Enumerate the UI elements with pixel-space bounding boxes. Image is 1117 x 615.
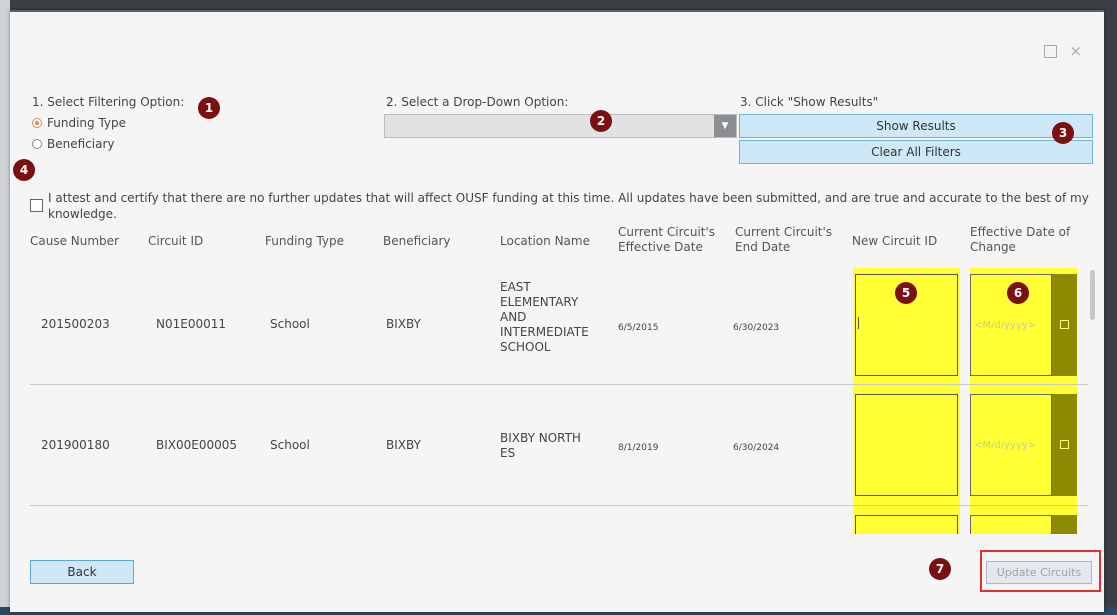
step1-label: 1. Select Filtering Option: (32, 95, 185, 109)
row1-funding-type: School (270, 317, 310, 331)
row1-location-line: ELEMENTARY (500, 295, 579, 309)
header-current-effective-line2: Effective Date (618, 240, 703, 254)
row1-location-line: EAST (500, 280, 531, 294)
row1-location-line: INTERMEDIATE (500, 325, 589, 339)
text-cursor (858, 317, 859, 329)
row1-cause-number: 201500203 (41, 317, 110, 331)
row2-effective-date: 8/1/2019 (618, 443, 659, 453)
show-results-button[interactable]: Show Results (739, 114, 1093, 138)
header-funding-type: Funding Type (265, 234, 345, 248)
header-effective-change-line2: Change (970, 240, 1016, 254)
radio-funding-type-label: Funding Type (47, 116, 127, 130)
row3-effective-date-input[interactable] (970, 515, 1052, 534)
row2-location-line: BIXBY NORTH (500, 431, 581, 445)
row1-beneficiary: BIXBY (386, 317, 421, 331)
step3-label: 3. Click "Show Results" (740, 95, 879, 109)
row1-location-line: AND (500, 310, 527, 324)
header-effective-date-of-change: Effective Date of Change (970, 225, 1070, 255)
attest-text: I attest and certify that there are no f… (48, 191, 1089, 221)
close-icon[interactable]: × (1069, 42, 1082, 60)
marker-1: 1 (198, 97, 220, 119)
calendar-icon (1060, 320, 1069, 329)
header-current-end-line2: End Date (735, 240, 791, 254)
row1-calendar-button[interactable] (1052, 274, 1077, 376)
row3-calendar-button[interactable] (1052, 515, 1077, 534)
update-circuits-dialog: × 1. Select Filtering Option: 1 Funding … (10, 10, 1104, 612)
header-circuit-id: Circuit ID (148, 234, 204, 248)
header-current-end-date: Current Circuit's End Date (735, 225, 832, 255)
row1-end-date: 6/30/2023 (733, 323, 780, 333)
calendar-icon (1060, 440, 1069, 449)
row1-location-name: EAST ELEMENTARY AND INTERMEDIATE SCHOOL (500, 280, 589, 355)
radio-beneficiary-label: Beneficiary (47, 137, 115, 151)
header-location-name: Location Name (500, 234, 590, 248)
header-current-effective-line1: Current Circuit's (618, 225, 716, 239)
marker-6: 6 (1007, 282, 1029, 304)
header-effective-change-line1: Effective Date of (970, 225, 1071, 239)
row3-new-circuit-id-input[interactable] (855, 515, 958, 534)
row2-effective-date-input[interactable]: <M/d/yyyy> (970, 394, 1052, 496)
radio-beneficiary-indicator[interactable] (32, 139, 42, 149)
row2-funding-type: School (270, 438, 310, 452)
row-divider (30, 505, 1088, 506)
dropdown-arrow-icon[interactable]: ▼ (714, 115, 736, 137)
attest-checkbox[interactable] (30, 199, 43, 212)
vertical-scrollbar[interactable] (1090, 270, 1095, 320)
marker-3: 3 (1052, 122, 1074, 144)
row2-end-date: 6/30/2024 (733, 443, 780, 453)
marker-4: 4 (13, 159, 35, 181)
row1-circuit-id: N01E00011 (156, 317, 227, 331)
marker-7: 7 (929, 558, 951, 580)
step2-label: 2. Select a Drop-Down Option: (386, 95, 569, 109)
window-controls: × (1036, 42, 1082, 60)
marker-2: 2 (590, 110, 612, 132)
marker-5: 5 (895, 282, 917, 304)
radio-funding-type[interactable]: Funding Type (32, 116, 126, 130)
header-current-effective-date: Current Circuit's Effective Date (618, 225, 715, 255)
row2-location-line: ES (500, 446, 516, 460)
radio-beneficiary[interactable]: Beneficiary (32, 137, 114, 151)
update-circuits-button[interactable]: Update Circuits (986, 561, 1092, 584)
row2-circuit-id: BIX00E00005 (156, 438, 238, 452)
row1-location-line: SCHOOL (500, 340, 551, 354)
attest-row: I attest and certify that there are no f… (30, 190, 1090, 222)
row1-effective-date: 6/5/2015 (618, 323, 659, 333)
filter-dropdown[interactable]: ▼ (384, 114, 737, 138)
back-button[interactable]: Back (30, 560, 134, 584)
row2-beneficiary: BIXBY (386, 438, 421, 452)
header-cause-number: Cause Number (30, 234, 119, 248)
header-current-end-line1: Current Circuit's (735, 225, 833, 239)
row2-new-circuit-id-input[interactable] (855, 394, 958, 496)
row-divider (30, 384, 1088, 385)
row2-calendar-button[interactable] (1052, 394, 1077, 496)
row2-cause-number: 201900180 (41, 438, 110, 452)
header-new-circuit-id: New Circuit ID (852, 234, 938, 248)
header-beneficiary: Beneficiary (383, 234, 451, 248)
maximize-icon[interactable] (1043, 45, 1057, 58)
radio-funding-type-indicator[interactable] (32, 118, 42, 128)
background-left (0, 0, 10, 615)
row2-location-name: BIXBY NORTH ES (500, 431, 581, 461)
clear-all-filters-button[interactable]: Clear All Filters (739, 140, 1093, 164)
